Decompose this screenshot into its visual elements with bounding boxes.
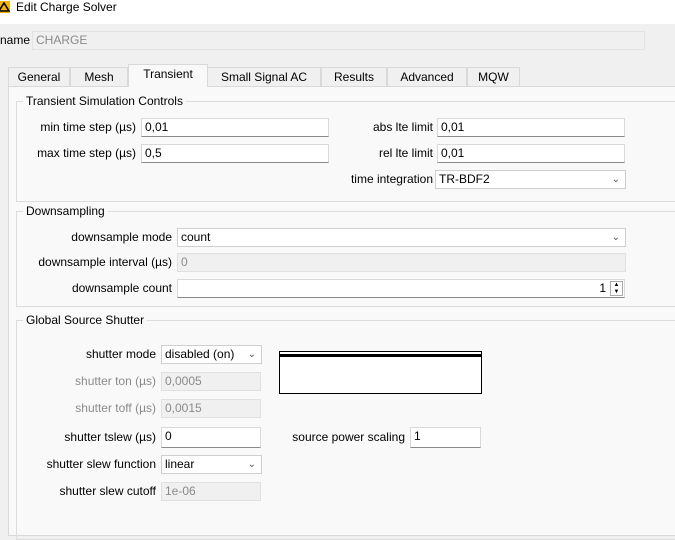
title-bar: Edit Charge Solver xyxy=(0,0,675,24)
downsample-count-label: downsample count xyxy=(71,281,172,295)
time-integration-label: time integration xyxy=(350,172,433,186)
shutter-slew-cutoff-label: shutter slew cutoff xyxy=(59,484,157,498)
shutter-toff-input[interactable]: 0,0015 xyxy=(161,399,261,418)
spin-arrows-icon[interactable]: ▲ ▼ xyxy=(610,281,623,296)
tab-mqw[interactable]: MQW xyxy=(467,67,520,87)
downsample-count-spinbox[interactable]: 1 ▲ ▼ xyxy=(177,279,625,298)
downsample-mode-label: downsample mode xyxy=(71,230,172,244)
selected-value: count xyxy=(181,230,211,244)
rel-lte-label: rel lte limit xyxy=(378,146,433,160)
selected-value: disabled (on) xyxy=(165,347,235,361)
min-time-step-label: min time step (µs) xyxy=(40,120,136,134)
shutter-tslew-input[interactable]: 0 xyxy=(161,427,261,448)
shutter-mode-select[interactable]: disabled (on) ⌄ xyxy=(161,345,262,364)
downsample-interval-input[interactable]: 0 xyxy=(177,253,626,272)
shutter-ton-input[interactable]: 0,0005 xyxy=(161,372,261,391)
source-power-scaling-label: source power scaling xyxy=(292,430,405,444)
tab-general[interactable]: General xyxy=(8,67,70,87)
min-time-step-input[interactable]: 0,01 xyxy=(141,118,329,137)
source-power-scaling-input[interactable]: 1 xyxy=(410,427,481,448)
chevron-down-icon: ⌄ xyxy=(611,174,620,185)
shutter-slew-cutoff-input[interactable]: 1e-06 xyxy=(161,482,261,501)
abs-lte-input[interactable]: 0,01 xyxy=(437,118,625,137)
warning-triangle-icon xyxy=(0,1,10,13)
downsample-interval-label: downsample interval (µs) xyxy=(38,255,172,269)
tab-transient[interactable]: Transient xyxy=(128,64,208,87)
window-title: Edit Charge Solver xyxy=(16,0,117,14)
tab-mesh[interactable]: Mesh xyxy=(70,67,128,87)
chevron-down-icon: ⌄ xyxy=(247,349,256,360)
shutter-preview-plot xyxy=(279,351,482,394)
downsample-mode-select[interactable]: count ⌄ xyxy=(177,228,626,247)
group-title: Transient Simulation Controls xyxy=(23,94,186,108)
name-input[interactable]: CHARGE xyxy=(32,31,645,50)
shutter-slew-function-select[interactable]: linear ⌄ xyxy=(161,455,262,474)
chevron-down-icon: ⌄ xyxy=(611,232,620,243)
name-label: name xyxy=(0,33,31,47)
max-time-step-input[interactable]: 0,5 xyxy=(141,144,329,163)
abs-lte-label: abs lte limit xyxy=(372,120,433,134)
shutter-ton-label: shutter ton (µs) xyxy=(75,374,156,388)
shutter-tslew-label: shutter tslew (µs) xyxy=(64,430,156,444)
selected-value: linear xyxy=(165,457,195,471)
tab-small-signal-ac[interactable]: Small Signal AC xyxy=(207,67,321,87)
shutter-signal-line xyxy=(280,354,481,357)
shutter-toff-label: shutter toff (µs) xyxy=(75,401,156,415)
spinbox-value: 1 xyxy=(599,281,606,295)
tab-advanced[interactable]: Advanced xyxy=(387,67,467,87)
tab-results[interactable]: Results xyxy=(321,67,387,87)
shutter-mode-label: shutter mode xyxy=(85,347,156,361)
group-title: Global Source Shutter xyxy=(23,313,148,327)
group-title: Downsampling xyxy=(23,204,108,218)
max-time-step-label: max time step (µs) xyxy=(37,146,136,160)
rel-lte-input[interactable]: 0,01 xyxy=(437,144,625,163)
selected-value: TR-BDF2 xyxy=(439,172,490,186)
time-integration-select[interactable]: TR-BDF2 ⌄ xyxy=(435,170,626,189)
shutter-slew-function-label: shutter slew function xyxy=(46,457,156,471)
chevron-down-icon: ⌄ xyxy=(247,459,256,470)
